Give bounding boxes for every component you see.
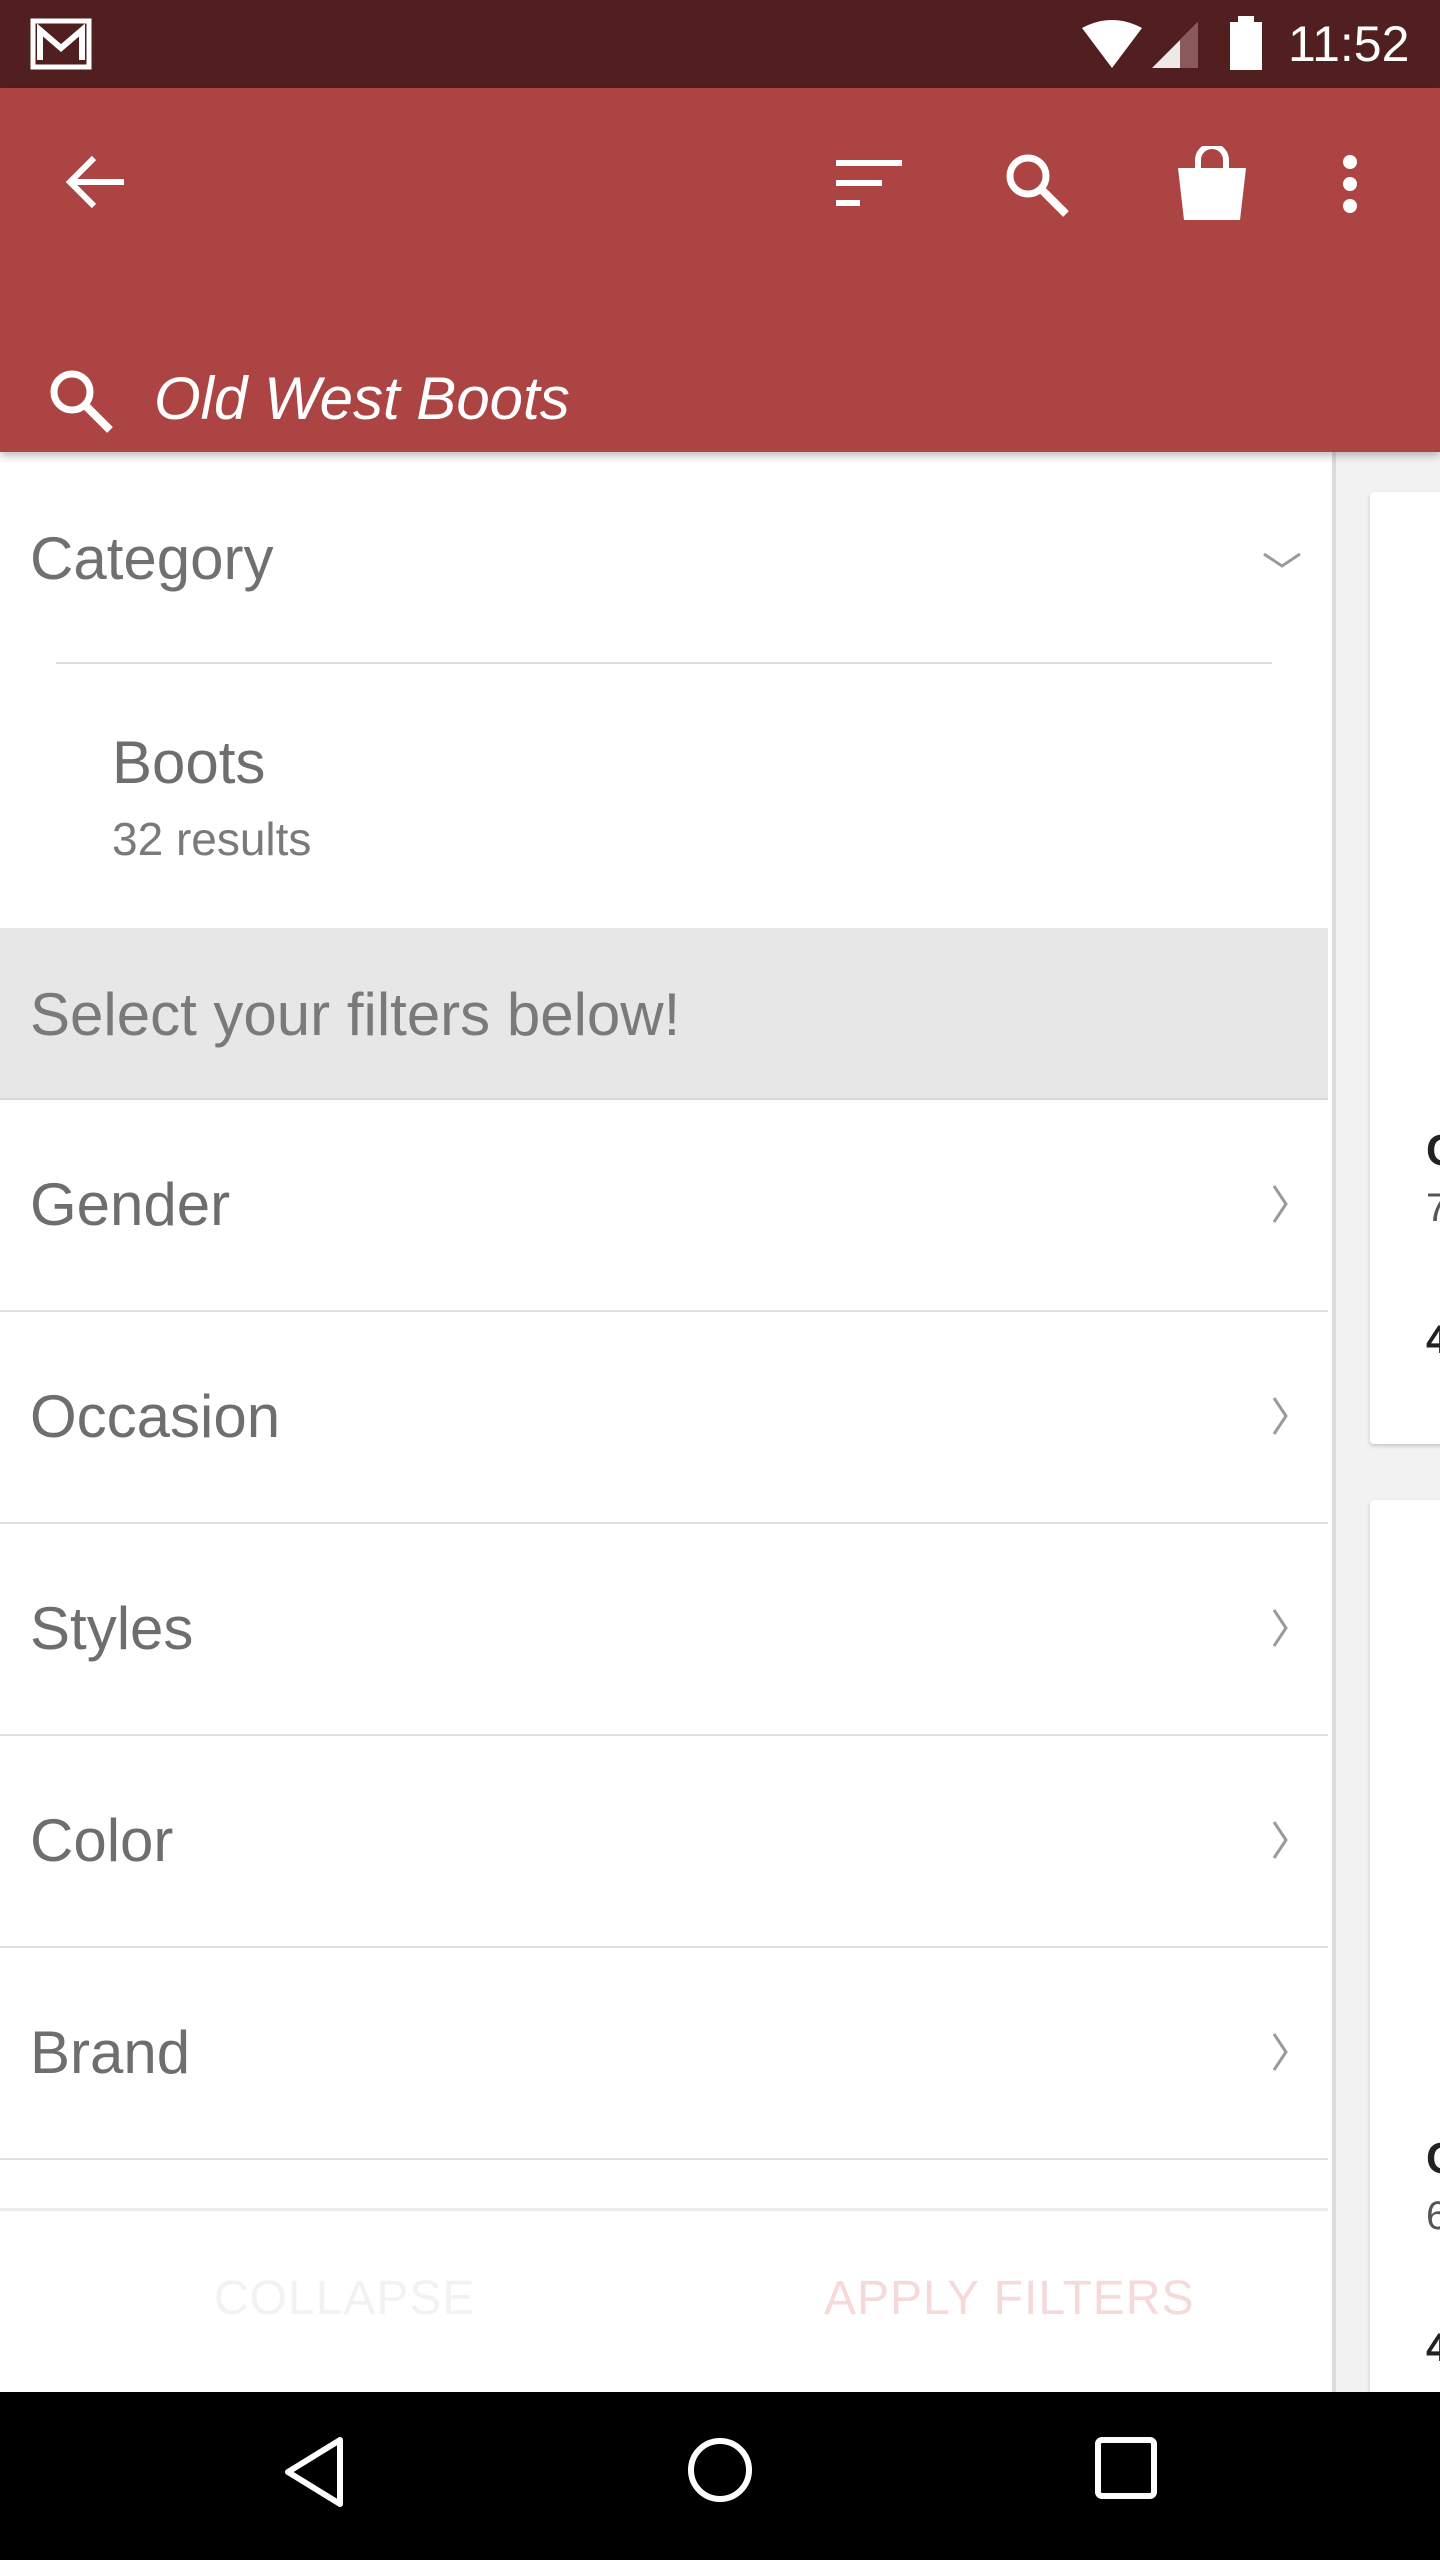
filter-label: Styles (30, 1595, 194, 1662)
apply-filters-button[interactable]: APPLY FILTERS (824, 2271, 1194, 2326)
search-icon (48, 368, 114, 439)
filter-label: Brand (30, 2019, 191, 2086)
product-card[interactable]: C 7 4 (1370, 492, 1440, 1444)
results-panel: C 7 4 C 6 4 (1332, 452, 1440, 2400)
filters-banner-text: Select your filters below! (30, 981, 681, 1048)
category-title: Category (30, 525, 274, 592)
filter-panel: Category Boots 32 results Select your fi… (0, 452, 1328, 2395)
chevron-right-icon (1270, 1396, 1290, 1441)
category-item-name: Boots (112, 729, 266, 796)
wifi-icon (1080, 20, 1144, 75)
chevron-right-icon (1270, 1184, 1290, 1229)
chevron-down-icon[interactable] (1262, 550, 1302, 575)
chevron-right-icon (1270, 2032, 1290, 2077)
filters-banner: Select your filters below! (0, 928, 1328, 1100)
status-bar: 11:52 (0, 0, 1440, 88)
product-price: 4 (1426, 2326, 1440, 2370)
app-bar: Old West Boots (0, 88, 1440, 452)
signal-icon (1150, 20, 1202, 75)
filter-list: Gender Occasion Styles Color Brand (0, 1100, 1328, 2160)
filter-item-color[interactable]: Color (0, 1736, 1328, 1948)
filter-item-occasion[interactable]: Occasion (0, 1312, 1328, 1524)
filter-item-styles[interactable]: Styles (0, 1524, 1328, 1736)
filter-label: Color (30, 1807, 174, 1874)
shopping-bag-icon[interactable] (1174, 143, 1250, 227)
nav-home-icon[interactable] (686, 2436, 754, 2509)
filter-label: Gender (30, 1171, 231, 1238)
filter-action-bar: COLLAPSE APPLY FILTERS (0, 2208, 1328, 2395)
nav-back-icon[interactable] (282, 2436, 346, 2513)
product-meta: 6 (1426, 2194, 1440, 2238)
product-name: C (1426, 2134, 1440, 2184)
product-price: 4 (1426, 1318, 1440, 1362)
product-card[interactable]: C 6 4 (1370, 1500, 1440, 2400)
battery-icon (1228, 16, 1264, 77)
filter-item-brand[interactable]: Brand (0, 1948, 1328, 2160)
product-name: C (1426, 1126, 1440, 1176)
search-query[interactable]: Old West Boots (154, 364, 570, 434)
nav-recents-icon[interactable] (1094, 2436, 1158, 2505)
gmail-icon (30, 18, 92, 75)
category-item-count: 32 results (112, 813, 312, 865)
search-icon[interactable] (1004, 152, 1070, 223)
filter-label: Occasion (30, 1383, 281, 1450)
more-vert-icon[interactable] (1342, 154, 1358, 219)
clock: 11:52 (1288, 16, 1410, 72)
category-header[interactable]: Category (0, 452, 1328, 662)
product-meta: 7 (1426, 1186, 1440, 1230)
sort-icon[interactable] (836, 160, 906, 211)
chevron-right-icon (1270, 1820, 1290, 1865)
back-arrow-icon[interactable] (64, 154, 128, 215)
chevron-right-icon (1270, 1608, 1290, 1653)
search-bar[interactable]: Old West Boots (0, 328, 1440, 452)
collapse-button[interactable]: COLLAPSE (214, 2271, 475, 2326)
system-nav-bar (0, 2392, 1440, 2560)
category-item-boots[interactable]: Boots 32 results (0, 664, 1328, 928)
filter-item-gender[interactable]: Gender (0, 1100, 1328, 1312)
